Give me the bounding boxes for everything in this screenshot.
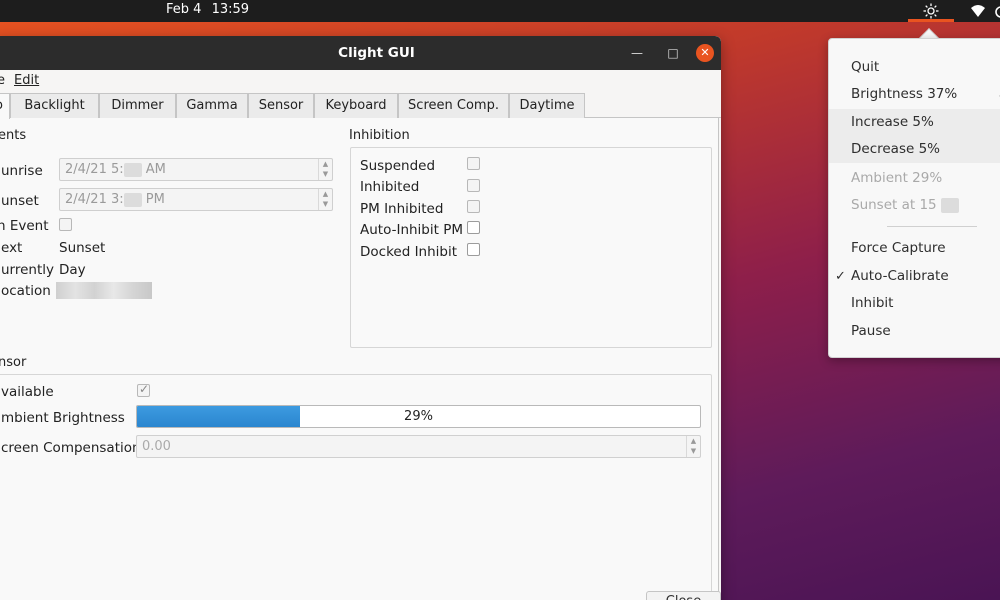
sunrise-datetime: 2/4/21 5: AM ▲ ▼: [59, 158, 333, 181]
tab-info[interactable]: o: [0, 93, 10, 119]
sensor-group-label: nsor: [0, 355, 27, 370]
wifi-icon[interactable]: [970, 3, 986, 19]
suspended-checkbox: [467, 157, 480, 170]
currently-value: Day: [59, 262, 86, 278]
active-indicator: [908, 19, 954, 22]
clock[interactable]: Feb 4 13:59: [166, 2, 255, 17]
location-redacted: [56, 282, 152, 299]
progress-text: 29%: [404, 409, 433, 424]
clight-window: Clight GUI — □ ✕ e Edit o Backlight Dimm…: [0, 36, 721, 600]
in-event-label: n Event: [0, 218, 49, 234]
docked-inhibit-label: Docked Inhibit: [360, 244, 458, 260]
checkmark-icon: ✓: [139, 382, 150, 396]
sunset-label: unset: [1, 193, 39, 209]
close-icon[interactable]: ✕: [696, 44, 714, 62]
menu-item-label: Inhibit: [851, 295, 894, 311]
auto-inhibit-pm-checkbox[interactable]: [467, 221, 480, 234]
sunset-datetime: 2/4/21 3: PM ▲ ▼: [59, 188, 333, 211]
window-title: Clight GUI: [338, 45, 415, 61]
menu-item-label: Brightness 37%: [851, 86, 958, 102]
suspended-label: Suspended: [360, 158, 436, 174]
title-bar[interactable]: Clight GUI — □ ✕: [0, 36, 721, 70]
available-checkbox: ✓: [137, 382, 150, 397]
next-value: Sunset: [59, 240, 106, 256]
menu-item-label: Force Capture: [851, 240, 946, 256]
info-panel: ents unrise 2/4/21 5: AM ▲ ▼ unset 2/4/21…: [0, 118, 719, 600]
tab-sensor[interactable]: Sensor: [248, 93, 314, 118]
screen-compensation-label: creen Compensation: [1, 440, 141, 456]
location-label: ocation: [1, 283, 51, 299]
currently-label: urrently: [1, 262, 55, 278]
menu-item-inhibit[interactable]: Inhibit: [829, 290, 1000, 317]
minimize-icon[interactable]: —: [628, 44, 646, 62]
menu-item-label: Pause: [851, 323, 891, 339]
in-event-checkbox: [59, 218, 72, 231]
redacted-block: [940, 197, 959, 213]
spin-arrows-icon: ▲ ▼: [318, 159, 332, 180]
events-group-label: ents: [0, 128, 27, 143]
sunrise-prefix: 2/4/21 5:: [65, 162, 124, 177]
screen-compensation-input: 0.00 ▲ ▼: [136, 435, 701, 458]
menu-item-auto-calibrate[interactable]: ✓ Auto-Calibrate: [829, 263, 1000, 290]
menu-item-decrease[interactable]: Decrease 5%: [829, 136, 1000, 163]
ambient-brightness-label: mbient Brightness: [1, 410, 125, 426]
menu-item-brightness[interactable]: Brightness 37%⌄: [829, 81, 1000, 108]
sunrise-label: unrise: [1, 163, 43, 179]
screen-compensation-value: 0.00: [142, 439, 171, 454]
sunset-suffix: PM: [145, 192, 165, 207]
tab-dimmer[interactable]: Dimmer: [99, 93, 176, 118]
ambient-brightness-progress: 29%: [136, 405, 701, 428]
tab-daytime[interactable]: Daytime: [509, 93, 585, 118]
tab-gamma[interactable]: Gamma: [176, 93, 248, 118]
menu-edit[interactable]: Edit: [14, 73, 39, 88]
menu-item-label: Decrease 5%: [851, 141, 941, 157]
sunset-prefix: 2/4/21 3:: [65, 192, 124, 207]
pm-inhibited-checkbox: [467, 200, 480, 213]
time-text: 13:59: [211, 2, 250, 17]
tab-backlight[interactable]: Backlight: [10, 93, 99, 118]
next-label: ext: [1, 240, 23, 256]
spin-arrows-icon: ▲ ▼: [686, 436, 700, 457]
menu-file[interactable]: e: [0, 73, 5, 88]
menu-item-label: Quit: [851, 59, 880, 75]
menu-item-increase[interactable]: Increase 5%: [829, 109, 1000, 136]
menu-item-label: Increase 5%: [851, 114, 934, 130]
checkmark-icon: ✓: [835, 269, 846, 284]
maximize-icon[interactable]: □: [664, 44, 682, 62]
tab-screen-comp[interactable]: Screen Comp.: [398, 93, 509, 118]
inhibited-checkbox: [467, 179, 480, 192]
inhibited-label: Inhibited: [360, 179, 420, 195]
sunrise-suffix: AM: [145, 162, 166, 177]
menu-item-quit[interactable]: Quit: [829, 54, 1000, 81]
tab-bar: o Backlight Dimmer Gamma Sensor Keyboard…: [0, 93, 721, 119]
menu-item-ambient: Ambient 29%: [829, 165, 1000, 192]
available-label: vailable: [1, 384, 54, 400]
redacted-block: [123, 192, 142, 207]
menu-item-label: Ambient 29%: [851, 170, 943, 186]
brightness-icon[interactable]: [923, 3, 939, 19]
tray-menu: Quit Brightness 37%⌄ Increase 5% Decreas…: [828, 38, 1000, 358]
inhibition-group-label: Inhibition: [349, 128, 410, 143]
auto-inhibit-pm-label: Auto-Inhibit PM: [360, 222, 464, 238]
top-bar: Feb 4 13:59: [0, 0, 1000, 22]
close-button[interactable]: Close: [646, 591, 721, 600]
tab-keyboard[interactable]: Keyboard: [314, 93, 398, 118]
spin-arrows-icon: ▲ ▼: [318, 189, 332, 210]
power-icon[interactable]: [993, 3, 1000, 19]
menu-item-label: Auto-Calibrate: [851, 268, 949, 284]
docked-inhibit-checkbox[interactable]: [467, 243, 480, 256]
menu-item-pause[interactable]: Pause: [829, 318, 1000, 345]
menu-item-label: Sunset at 15: [851, 197, 937, 213]
menu-separator: [887, 226, 977, 227]
date-text: Feb 4: [166, 2, 202, 17]
menu-bar: e Edit: [0, 70, 721, 92]
menu-item-sunset: Sunset at 15: [829, 192, 1000, 219]
pm-inhibited-label: PM Inhibited: [360, 201, 444, 217]
menu-item-force-capture[interactable]: Force Capture: [829, 235, 1000, 262]
redacted-block: [123, 162, 142, 177]
